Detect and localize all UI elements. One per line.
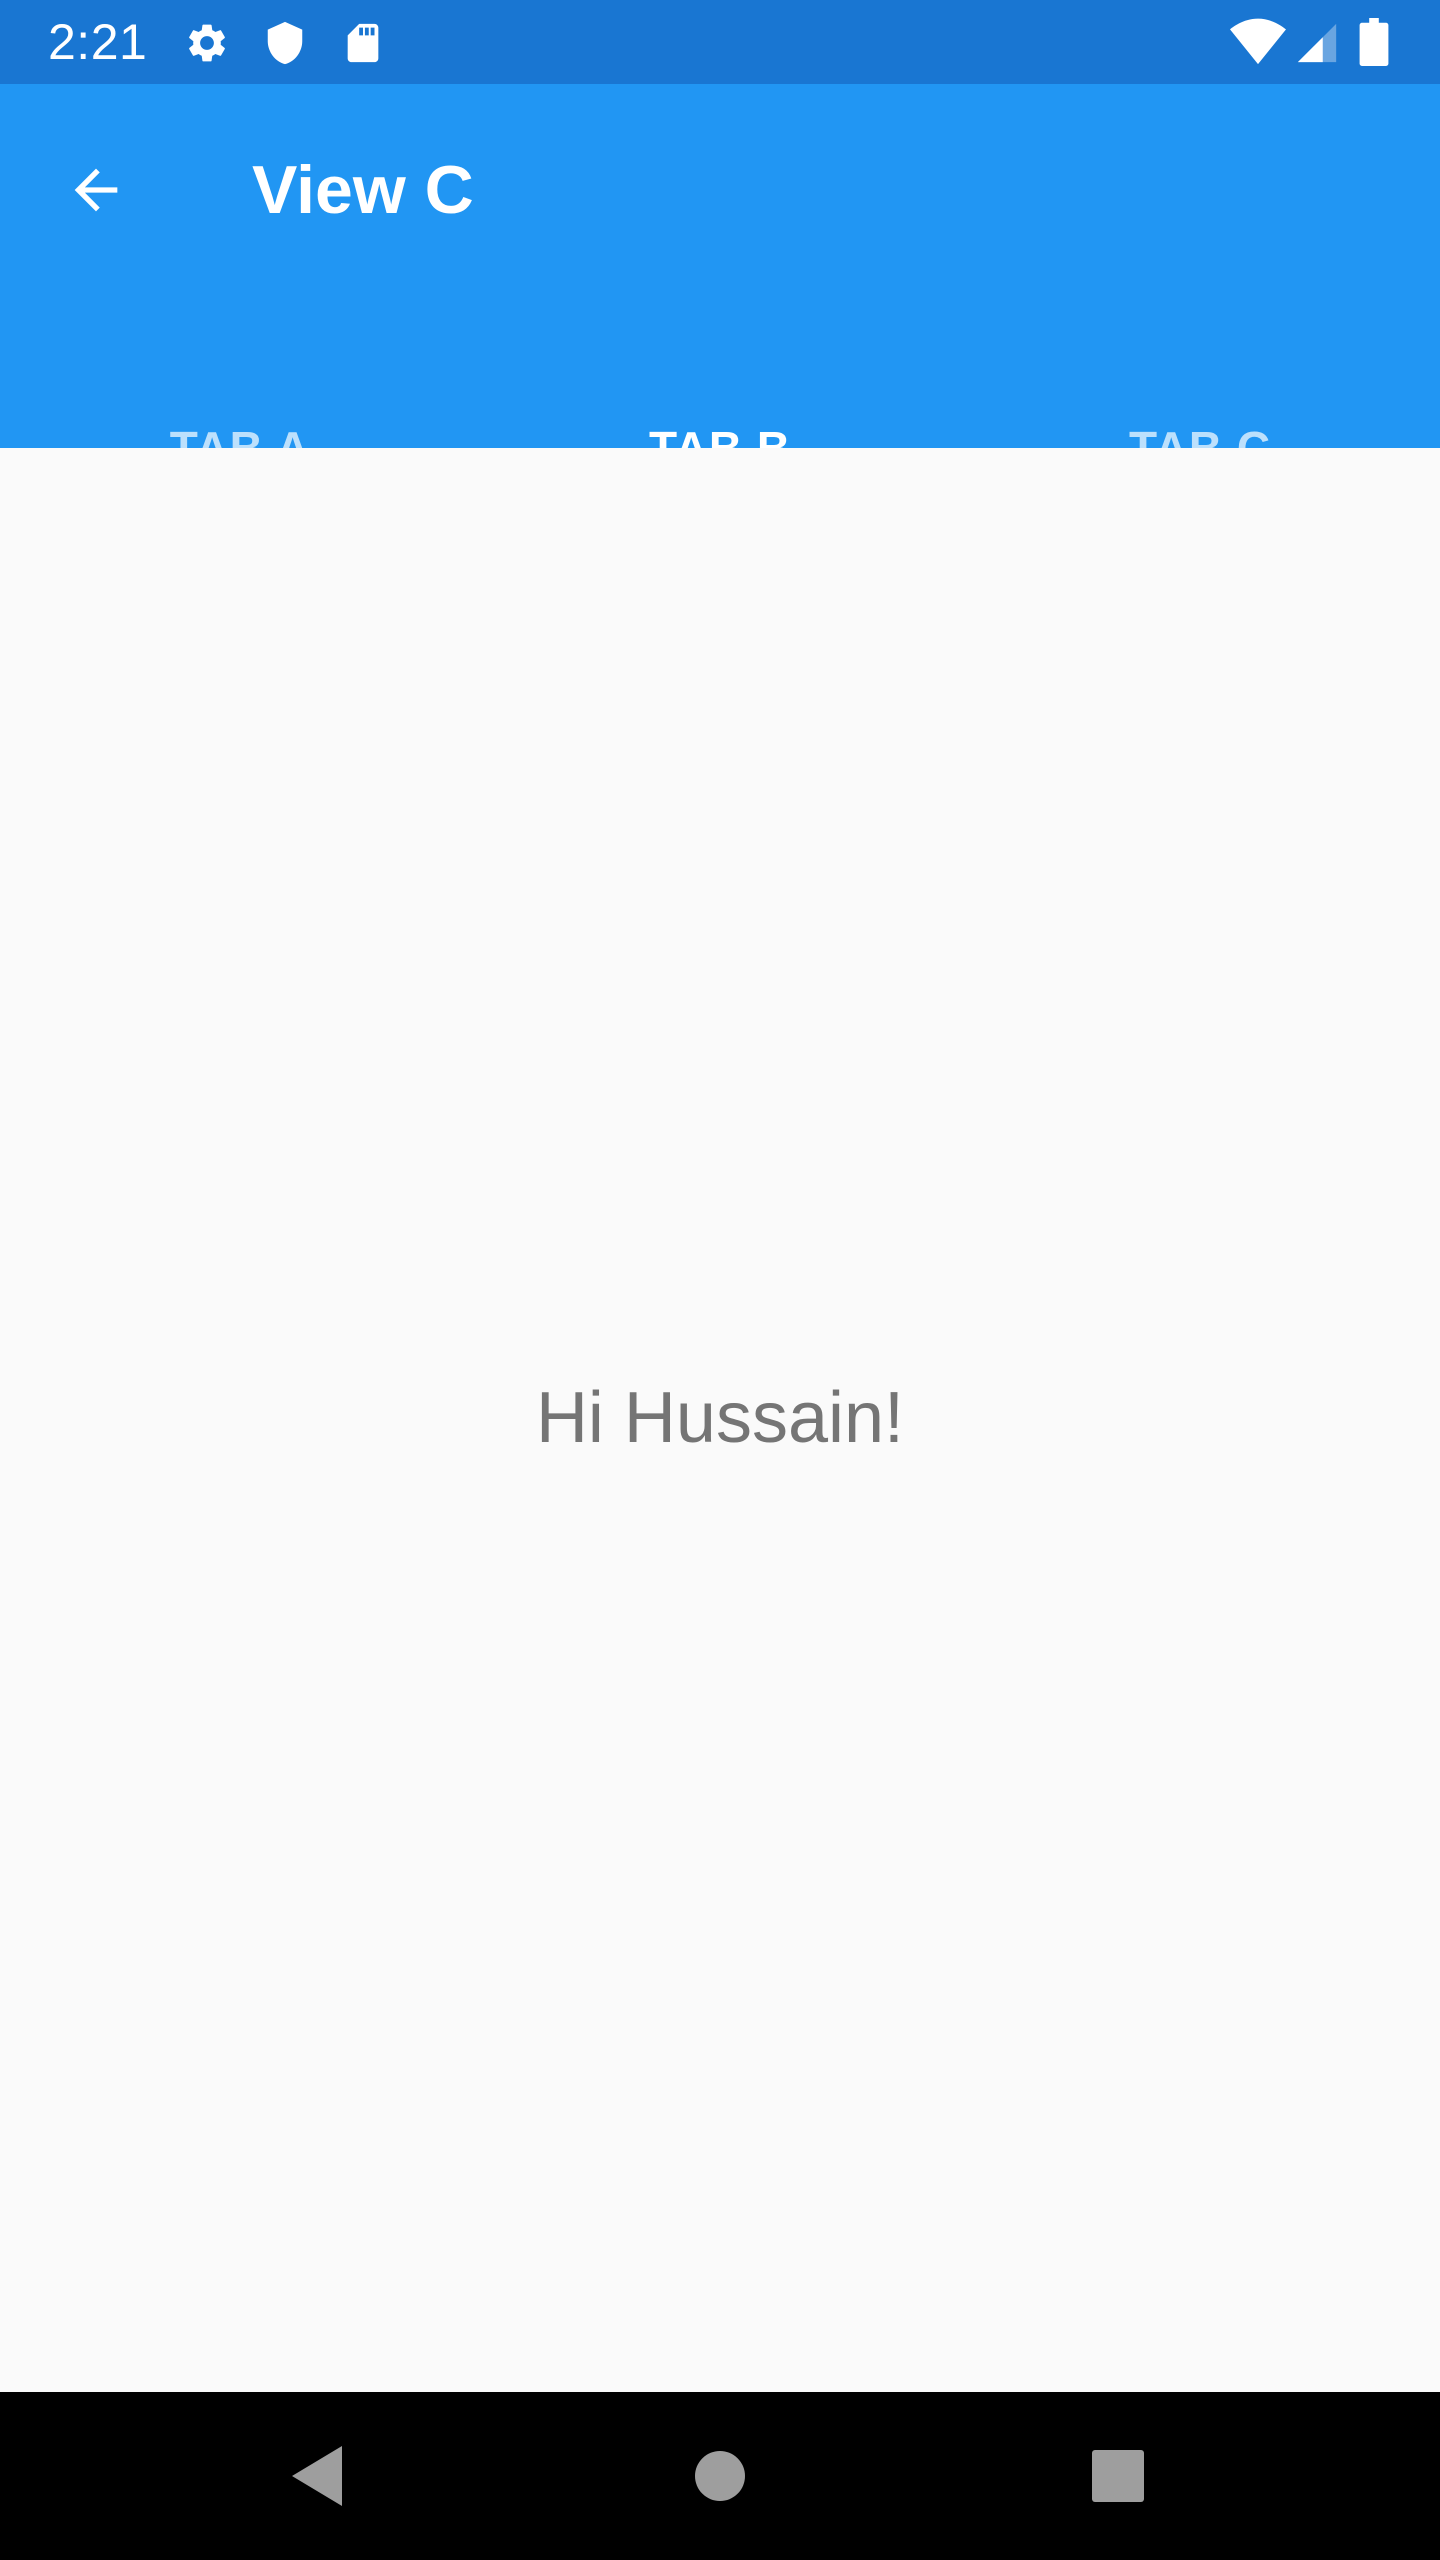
wifi-icon <box>1230 18 1286 66</box>
page-title: View C <box>252 152 474 228</box>
app-screen: 2:21 View C Hi Hussain! <box>0 0 1440 2560</box>
cell-signal-icon <box>1294 20 1340 66</box>
app-bar: View C TAB A TAB B TAB C <box>0 84 1440 532</box>
sd-card-icon <box>340 20 386 66</box>
recents-square-icon <box>1092 2450 1144 2502</box>
status-bar: 2:21 <box>0 0 1440 84</box>
nav-back-button[interactable] <box>268 2426 368 2526</box>
home-circle-icon <box>695 2451 745 2501</box>
settings-icon <box>184 20 230 66</box>
nav-recents-button[interactable] <box>1068 2426 1168 2526</box>
arrow-back-icon <box>74 168 118 212</box>
shield-icon <box>262 20 308 66</box>
nav-home-button[interactable] <box>670 2426 770 2526</box>
tab-content: Hi Hussain! <box>0 448 1440 2392</box>
back-button[interactable] <box>40 134 152 246</box>
navigation-bar <box>0 2392 1440 2560</box>
greeting-text: Hi Hussain! <box>535 1378 905 1458</box>
status-time: 2:21 <box>48 14 148 70</box>
back-triangle-icon <box>292 2446 342 2506</box>
battery-icon <box>1358 18 1390 66</box>
